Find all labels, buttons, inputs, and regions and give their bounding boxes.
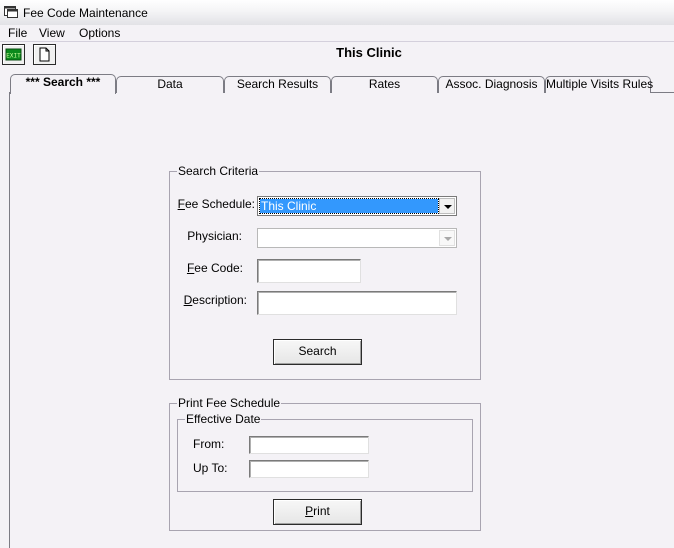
physician-dropdown[interactable]: [257, 228, 457, 248]
tab-assoc-diagnosis[interactable]: Assoc. Diagnosis: [438, 76, 545, 93]
fee-schedule-label: Fee Schedule:: [177, 197, 255, 211]
effective-date-legend: Effective Date: [185, 412, 262, 426]
tab-rates[interactable]: Rates: [331, 76, 438, 93]
search-button[interactable]: Search: [273, 339, 362, 365]
menu-options[interactable]: Options: [76, 26, 123, 40]
fee-code-input[interactable]: [257, 259, 361, 283]
tab-panel-border: [9, 92, 10, 548]
exit-button[interactable]: EXIT: [2, 44, 25, 65]
new-button[interactable]: [33, 44, 56, 65]
fee-schedule-label-text: ee Schedule:: [184, 197, 255, 211]
print-button[interactable]: Print: [273, 499, 362, 525]
effective-date-group: [177, 419, 473, 492]
title-bar: Fee Code Maintenance: [0, 0, 674, 25]
up-to-date-input[interactable]: [249, 460, 369, 478]
tab-data[interactable]: Data: [116, 76, 224, 93]
chevron-down-icon[interactable]: [439, 230, 455, 246]
description-label-text: escription:: [192, 293, 247, 307]
app-window-icon: [4, 6, 18, 18]
from-label: From:: [193, 437, 225, 451]
tab-search[interactable]: *** Search ***: [10, 74, 116, 94]
menu-file[interactable]: File: [5, 26, 30, 40]
window-title: Fee Code Maintenance: [23, 6, 148, 20]
tab-search-results[interactable]: Search Results: [224, 76, 331, 93]
print-button-label: rint: [313, 504, 330, 518]
fee-schedule-selected-value: This Clinic: [259, 198, 439, 214]
toolbar: EXIT This Clinic: [0, 42, 674, 66]
tab-multiple-visits-rules[interactable]: Multiple Visits Rules: [545, 76, 653, 93]
fee-code-label: Fee Code:: [186, 261, 243, 275]
menu-bar: File View Options: [0, 25, 674, 42]
fee-code-label-text: ee Code:: [194, 261, 243, 275]
from-date-input[interactable]: [249, 436, 369, 454]
clinic-title: This Clinic: [336, 45, 402, 60]
up-to-label: Up To:: [193, 461, 228, 475]
search-criteria-legend: Search Criteria: [177, 164, 260, 178]
fee-schedule-dropdown[interactable]: This Clinic: [257, 196, 457, 216]
print-fee-schedule-legend: Print Fee Schedule: [177, 396, 282, 410]
chevron-down-icon[interactable]: [439, 198, 455, 214]
description-label: Description:: [183, 293, 247, 307]
physician-label: Physician:: [187, 229, 242, 243]
description-input[interactable]: [257, 291, 457, 315]
svg-text:EXIT: EXIT: [6, 53, 21, 60]
menu-view[interactable]: View: [36, 26, 68, 40]
